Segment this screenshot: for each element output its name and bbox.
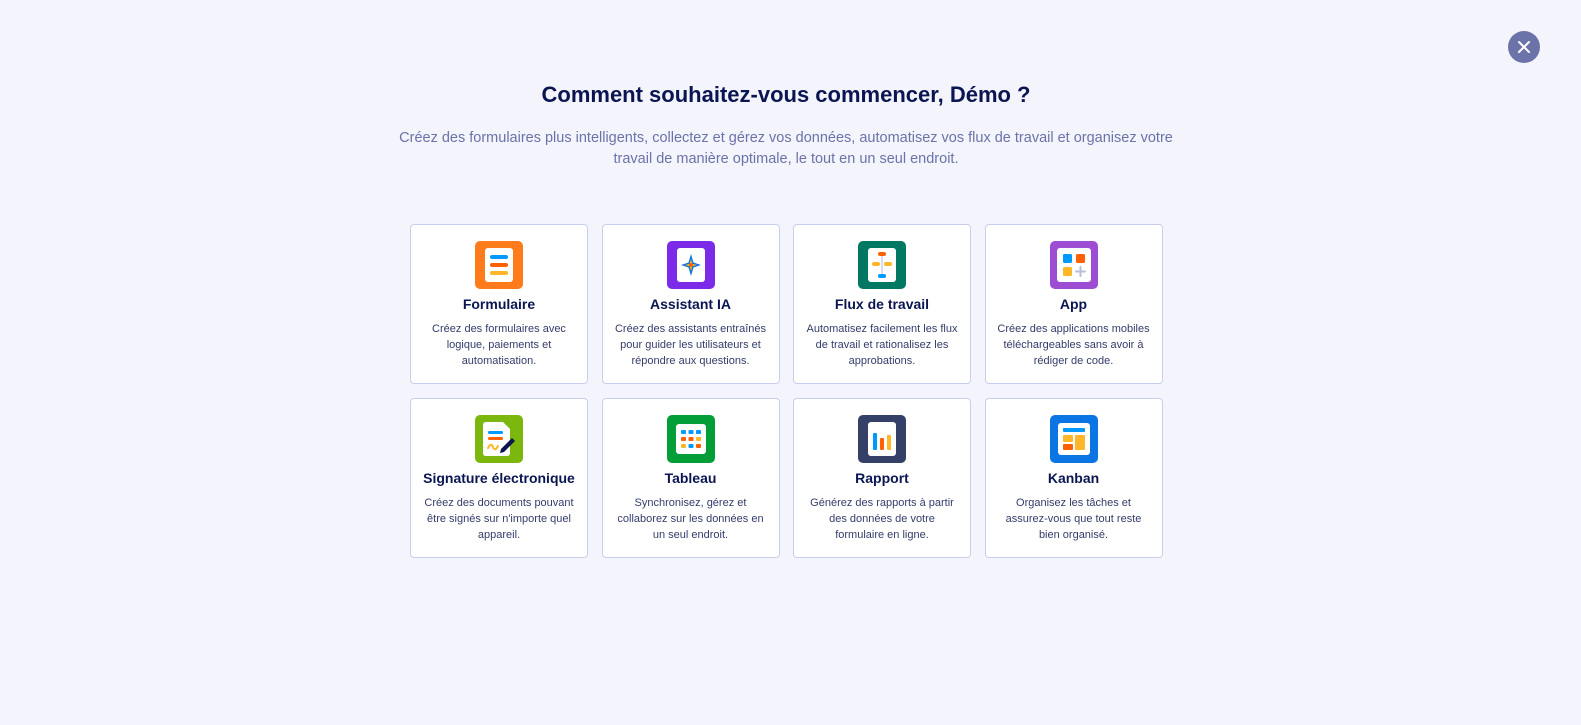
option-card-e-signature[interactable]: Signature électronique Créez des documen… bbox=[410, 397, 588, 558]
option-title: Rapport bbox=[855, 469, 909, 486]
option-title: Tableau bbox=[664, 469, 717, 486]
table-icon bbox=[666, 414, 715, 463]
report-icon bbox=[858, 414, 906, 463]
option-card-table[interactable]: Tableau Synchronisez, gérez et collabore… bbox=[601, 397, 780, 558]
option-title: App bbox=[1059, 296, 1088, 312]
option-description: Créez des applications mobiles télécharg… bbox=[997, 323, 1150, 367]
option-title: Formulaire bbox=[462, 296, 536, 312]
option-card-app[interactable]: App Créez des applications mobiles téléc… bbox=[984, 224, 1163, 384]
option-card-form[interactable]: Formulaire Créez des formulaires avec lo… bbox=[410, 224, 588, 384]
option-description: Créez des assistants entraînés pour guid… bbox=[614, 323, 767, 367]
option-title: Kanban bbox=[1047, 469, 1100, 486]
options-grid: Formulaire Créez des formulaires avec lo… bbox=[410, 224, 1163, 558]
option-card-ai-assistant[interactable]: Assistant IA Créez des assistants entraî… bbox=[601, 224, 780, 384]
option-card-report[interactable]: Rapport Générez des rapports à partir de… bbox=[793, 397, 971, 558]
app-icon bbox=[1049, 241, 1098, 289]
form-icon bbox=[475, 241, 523, 289]
option-description: Générez des rapports à partir des donnée… bbox=[810, 496, 954, 541]
option-description: Automatisez facilement les flux de trava… bbox=[806, 323, 958, 367]
option-description: Organisez les tâches et assurez-vous que… bbox=[1005, 496, 1142, 541]
workflow-icon bbox=[858, 241, 906, 289]
option-card-kanban[interactable]: Kanban Organisez les tâches et assurez-v… bbox=[984, 397, 1163, 558]
option-card-workflow[interactable]: Flux de travail Automatisez facilement l… bbox=[793, 224, 971, 384]
option-title: Flux de travail bbox=[834, 296, 930, 312]
kanban-icon bbox=[1049, 414, 1098, 463]
close-icon bbox=[1518, 41, 1530, 53]
option-description: Créez des documents pouvant être signés … bbox=[424, 496, 574, 541]
option-description: Créez des formulaires avec logique, paie… bbox=[432, 323, 566, 367]
option-title: Assistant IA bbox=[650, 296, 731, 312]
option-title: Signature électronique bbox=[423, 469, 575, 486]
ai-agent-icon bbox=[666, 241, 715, 289]
page-title: Comment souhaitez-vous commencer, Démo ? bbox=[541, 82, 1031, 107]
option-description: Synchronisez, gérez et collaborez sur le… bbox=[617, 496, 764, 541]
page-subtitle: Créez des formulaires plus intelligents,… bbox=[399, 130, 1173, 167]
signature-icon bbox=[475, 414, 523, 463]
close-button[interactable] bbox=[1508, 31, 1540, 63]
